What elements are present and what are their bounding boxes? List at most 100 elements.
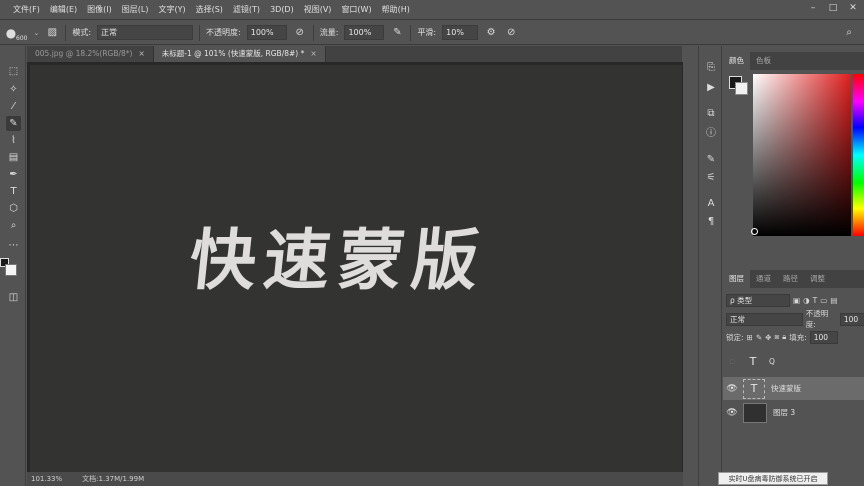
tab-swatches[interactable]: 色板 — [750, 52, 777, 70]
layer-thumbnail — [743, 402, 767, 423]
lock-label: 锁定: — [726, 332, 744, 342]
tab-layers[interactable]: 图层 — [723, 270, 750, 288]
panel-background-swatch[interactable] — [735, 82, 748, 95]
tab-paths[interactable]: 路径 — [777, 270, 804, 288]
layer-name: Q — [769, 357, 775, 366]
marquee-tool-icon[interactable]: ⬚ — [6, 64, 21, 79]
document-canvas[interactable]: 快速蒙版 — [30, 65, 682, 472]
brush-settings-icon[interactable]: ✎ — [704, 152, 718, 166]
brush-preset-dropdown-icon[interactable]: ⌄ — [33, 29, 39, 37]
menu-bar: 文件(F) 编辑(E) 图像(I) 图层(L) 文字(Y) 选择(S) 滤镜(T) 3D(D)… — [0, 0, 864, 20]
doc-size: 文档:1.37M/1.99M — [82, 475, 145, 483]
eyedropper-tool-icon[interactable]: ⁄ — [6, 99, 21, 114]
path-selection-tool-icon[interactable]: ⬡ — [6, 201, 21, 216]
opacity-label: 不透明度: — [805, 309, 829, 329]
lock-all-icon[interactable]: 🔒︎ — [782, 332, 786, 342]
layer-row[interactable]: ▫ T Q — [723, 350, 864, 373]
menu-item[interactable]: 文件(F) — [8, 0, 45, 20]
minimize-icon[interactable]: – — [808, 3, 818, 13]
pressure-opacity-icon[interactable]: ⊘ — [293, 26, 307, 40]
menu-item[interactable]: 视图(V) — [299, 0, 337, 20]
color-field[interactable] — [753, 74, 851, 236]
flow-field[interactable]: 100% — [344, 25, 385, 40]
menu-item[interactable]: 帮助(H) — [377, 0, 415, 20]
search-icon[interactable]: ⌕ — [842, 26, 856, 40]
mode-value: 正常 — [101, 28, 118, 37]
flow-label: 流量: — [319, 28, 339, 37]
lock-transparent-icon[interactable]: ⊞ — [747, 333, 753, 342]
info-icon[interactable]: ⓘ — [704, 124, 718, 139]
separator — [199, 24, 201, 41]
eye-icon[interactable]: 👁︎ — [725, 384, 739, 394]
more-tools-icon[interactable]: ⋯ — [6, 238, 21, 253]
smooth-field[interactable]: 10% — [442, 25, 479, 40]
layer-row[interactable]: 👁︎ T 快速蒙版 — [723, 377, 864, 400]
opacity-field[interactable]: 100% — [246, 25, 287, 40]
menu-item[interactable]: 选择(S) — [191, 0, 228, 20]
filter-smart-icon[interactable]: ▤ — [830, 296, 837, 305]
fill-label: 填充: — [789, 332, 807, 342]
menu-item[interactable]: 编辑(E) — [45, 0, 82, 20]
brush-tool-icon[interactable]: ✎ — [6, 116, 21, 131]
layer-row[interactable]: 👁︎ 图层 3 — [723, 401, 864, 424]
tab-label: 005.jpg @ 18.2%(RGB/8*) — [35, 49, 133, 58]
actions-play-icon[interactable]: ▶ — [704, 80, 718, 94]
layer-filter-row: ρ 类型 ▣ ◑ T ▭ ▤ — [723, 292, 864, 308]
lock-image-icon[interactable]: ✎ — [756, 333, 762, 342]
background-color-swatch[interactable] — [5, 264, 17, 276]
filter-shape-icon[interactable]: ▭ — [820, 296, 827, 305]
close-tab-icon[interactable]: × — [138, 49, 144, 58]
history-brush-tool-icon[interactable]: ⌇ — [6, 133, 21, 148]
text-layer-icon: T — [743, 378, 765, 399]
lock-artboard-icon[interactable]: ⧈ — [774, 332, 779, 342]
zoom-tool-icon[interactable]: ⌕ — [6, 218, 21, 233]
quick-mask-icon[interactable]: ◫ — [6, 290, 21, 305]
tab-color[interactable]: 颜色 — [723, 52, 750, 70]
close-icon[interactable]: ✕ — [848, 3, 858, 13]
menu-item[interactable]: 文字(Y) — [153, 0, 190, 20]
blend-mode-select[interactable]: 正常 — [726, 312, 803, 326]
layer-filter-select[interactable]: ρ 类型 — [726, 293, 790, 307]
zoom-level[interactable]: 101.33% — [31, 475, 62, 483]
pressure-size-icon[interactable]: ⊘ — [504, 26, 518, 40]
adjust-panel-icon[interactable]: ⧉ — [704, 106, 718, 120]
tab-adjustments[interactable]: 调整 — [804, 270, 831, 288]
lock-position-icon[interactable]: ✥ — [765, 333, 771, 342]
pen-tool-icon[interactable]: ✒ — [6, 167, 21, 182]
menu-item[interactable]: 滤镜(T) — [228, 0, 265, 20]
character-panel-icon[interactable]: A — [704, 196, 718, 210]
airbrush-icon[interactable]: ✎ — [390, 26, 404, 40]
brush-panel-icon[interactable]: ▨ — [45, 26, 59, 40]
tab-channels[interactable]: 通道 — [750, 270, 777, 288]
tab-untitled-1[interactable]: 未标题-1 @ 101% (快速蒙版, RGB/8#) * × — [153, 46, 326, 62]
type-tool-icon[interactable]: T — [6, 184, 21, 199]
tab-label: 未标题-1 @ 101% (快速蒙版, RGB/8#) * — [161, 49, 305, 58]
menu-item[interactable]: 3D(D) — [265, 0, 299, 20]
menu-item[interactable]: 图层(L) — [117, 0, 154, 20]
gradient-tool-icon[interactable]: ▤ — [6, 150, 21, 165]
notification-toast[interactable]: 实时U盘病毒防御系统已开启 — [718, 472, 828, 485]
filter-pixel-icon[interactable]: ▣ — [793, 296, 800, 305]
brush-presets-icon[interactable]: ⚟ — [704, 170, 718, 184]
menu-item[interactable]: 图像(I) — [82, 0, 117, 20]
fill-field[interactable]: 100 — [809, 330, 838, 344]
text-layer-icon: T — [749, 355, 757, 368]
history-panel-icon[interactable]: ⎘ — [704, 60, 718, 74]
paragraph-panel-icon[interactable]: ¶ — [704, 214, 718, 228]
filter-type-icon[interactable]: T — [813, 296, 818, 305]
close-tab-icon[interactable]: × — [310, 49, 316, 58]
color-picker-cursor[interactable] — [751, 228, 758, 235]
settings-gear-icon[interactable]: ⚙ — [484, 26, 498, 40]
visibility-toggle[interactable]: ▫ — [725, 357, 739, 367]
eye-icon[interactable]: 👁︎ — [725, 408, 739, 418]
separator — [312, 24, 314, 41]
lock-row: 锁定: ⊞ ✎ ✥ ⧈ 🔒︎ 填充: 100 — [723, 329, 864, 345]
magic-wand-tool-icon[interactable]: ✧ — [6, 82, 21, 97]
tab-005-jpg[interactable]: 005.jpg @ 18.2%(RGB/8*) × — [27, 46, 154, 62]
mode-select[interactable]: 正常 — [97, 25, 194, 40]
layer-opacity-field[interactable]: 100 — [839, 312, 864, 326]
maximize-icon[interactable]: □ — [828, 3, 838, 13]
filter-adjust-icon[interactable]: ◑ — [803, 296, 810, 305]
hue-slider[interactable] — [853, 74, 864, 236]
menu-item[interactable]: 窗口(W) — [336, 0, 376, 20]
